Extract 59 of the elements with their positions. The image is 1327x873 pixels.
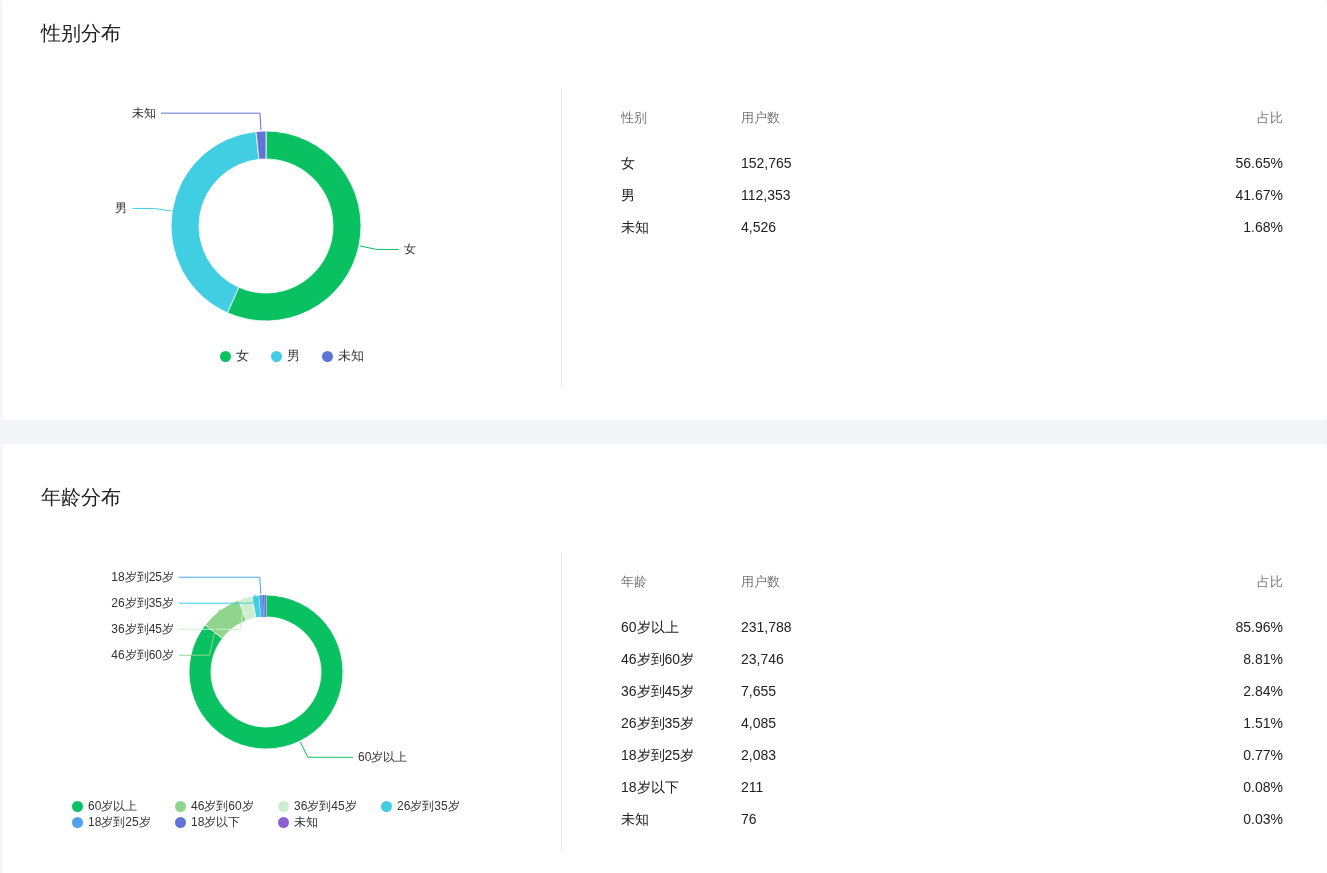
table-cell-text: 46岁到60岁 — [621, 650, 696, 669]
legend-label[interactable]: 18岁到25岁 — [88, 813, 151, 831]
table-cell-text: 4,526 — [741, 218, 778, 237]
table-cell-text: 76 — [741, 810, 758, 829]
column-header: 年龄 — [621, 573, 648, 591]
legend-label[interactable]: 46岁到60岁 — [191, 797, 254, 815]
legend-label[interactable]: 未知 — [337, 346, 364, 366]
table-cell-text: 7,655 — [741, 682, 778, 701]
column-header: 用户数 — [741, 109, 781, 127]
leader-line — [299, 741, 354, 758]
slice-label: 男 — [115, 201, 128, 216]
legend-label[interactable]: 男 — [286, 346, 300, 366]
slice-label: 46岁到60岁 — [111, 648, 174, 663]
slice-label: 36岁到45岁 — [111, 622, 174, 637]
table-cell-text: 女 — [621, 154, 636, 173]
table-cell-text: 0.77% — [1242, 746, 1283, 765]
table-cell-text: 85.96% — [1234, 618, 1283, 637]
table-cell-text: 18岁到25岁 — [621, 746, 696, 765]
table-cell-text: 1.68% — [1242, 218, 1283, 237]
table-cell-text: 36岁到45岁 — [621, 682, 696, 701]
slice-label: 未知 — [132, 106, 156, 121]
leader-line — [131, 207, 172, 212]
table-cell-text: 2,083 — [741, 746, 778, 765]
table-cell-text: 1.51% — [1242, 714, 1283, 733]
table-cell-text: 60岁以上 — [621, 618, 680, 637]
table-cell-text: 56.65% — [1234, 154, 1283, 173]
slice-label: 女 — [403, 242, 416, 257]
slice-label: 60岁以上 — [358, 750, 408, 765]
table-cell-text: 2.84% — [1242, 682, 1283, 701]
table-cell-text: 未知 — [621, 218, 650, 237]
table-cell-text: 23,746 — [741, 650, 785, 669]
legend-label[interactable]: 女 — [235, 346, 249, 366]
slice-label: 18岁到25岁 — [111, 570, 174, 585]
column-header: 性别 — [621, 109, 648, 127]
section-title: 年龄分布 — [41, 485, 122, 510]
legend-label[interactable]: 未知 — [294, 813, 318, 831]
table-cell-text: 未知 — [621, 810, 650, 829]
column-header: 占比 — [1256, 573, 1283, 591]
legend-label[interactable]: 60岁以上 — [88, 797, 138, 815]
table-cell-text: 0.03% — [1242, 810, 1283, 829]
table-cell-text: 152,765 — [741, 154, 793, 173]
table-cell-text: 41.67% — [1234, 186, 1283, 205]
table-cell-text: 4,085 — [741, 714, 778, 733]
table-cell-text: 8.81% — [1242, 650, 1283, 669]
table-cell-text: 231,788 — [741, 618, 793, 637]
legend-label[interactable]: 18岁以下 — [191, 813, 241, 831]
table-cell-text: 211 — [741, 778, 765, 797]
table-cell-text: 18岁以下 — [621, 778, 680, 797]
legend-label[interactable]: 26岁到35岁 — [397, 797, 460, 815]
column-header: 用户数 — [741, 573, 781, 591]
leader-line — [359, 245, 400, 250]
column-header: 占比 — [1256, 109, 1283, 127]
legend-label[interactable]: 36岁到45岁 — [294, 797, 357, 815]
table-cell-text: 112,353 — [741, 186, 792, 205]
table-cell-text: 26岁到35岁 — [621, 714, 696, 733]
slice-label: 26岁到35岁 — [111, 596, 174, 611]
table-cell-text: 男 — [621, 186, 636, 205]
table-cell-text: 0.08% — [1242, 778, 1283, 797]
section-title: 性别分布 — [41, 21, 122, 46]
